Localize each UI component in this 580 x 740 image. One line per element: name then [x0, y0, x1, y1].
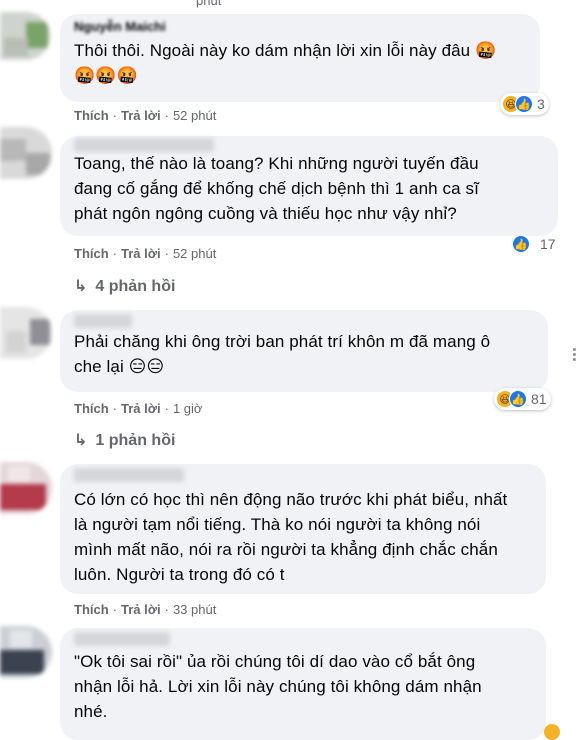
- comment-time[interactable]: 1 giờ: [173, 401, 203, 416]
- view-replies-link[interactable]: ↳ 1 phản hồi: [74, 430, 175, 450]
- reply-arrow-icon: ↳: [74, 278, 88, 295]
- comment-actions: Thích · Trả lời · 1 giờ: [74, 401, 203, 416]
- like-icon: 👍: [509, 390, 527, 408]
- reply-arrow-icon: ↳: [74, 432, 88, 449]
- reaction-count: 3: [537, 96, 545, 112]
- comment-author[interactable]: [74, 314, 132, 328]
- comment-time[interactable]: 52 phút: [173, 108, 216, 123]
- comment-author[interactable]: Nguyễn Maichi: [74, 20, 528, 34]
- comment-author[interactable]: [74, 632, 170, 646]
- comment-bubble: Phải chăng khi ông trời ban phát trí khô…: [60, 310, 548, 392]
- comment-bubble: Toang, thế nào là toang? Khi những người…: [60, 136, 558, 236]
- like-link[interactable]: Thích: [74, 602, 109, 617]
- avatar[interactable]: [0, 127, 52, 179]
- comment-text: Có lớn có học thì nên động não trước khi…: [74, 490, 508, 584]
- like-link[interactable]: Thích: [74, 246, 109, 261]
- comment-actions: Thích · Trả lời · 52 phút: [74, 108, 217, 123]
- comment-text: Toang, thế nào là toang? Khi những người…: [74, 154, 479, 223]
- reaction-summary[interactable]: 👍 17: [510, 233, 560, 255]
- comment-text: "Ok tôi sai rồi" ủa rồi chúng tôi dí dao…: [74, 652, 482, 721]
- comment-text: Thôi thôi. Ngoài này ko dám nhận lời xin…: [74, 41, 497, 85]
- reply-link[interactable]: Trả lời: [121, 401, 161, 416]
- more-options-icon[interactable]: ···: [563, 347, 580, 362]
- reaction-summary[interactable]: 😆 👍 3: [500, 93, 549, 115]
- comment-bubble: "Ok tôi sai rồi" ủa rồi chúng tôi dí dao…: [60, 628, 546, 740]
- comment-time[interactable]: 52 phút: [173, 246, 216, 261]
- comment-author[interactable]: [74, 138, 214, 152]
- reply-link[interactable]: Trả lời: [121, 246, 161, 261]
- comment-text: Phải chăng khi ông trời ban phát trí khô…: [74, 332, 491, 376]
- like-icon: 👍: [515, 95, 533, 113]
- avatar[interactable]: [0, 462, 52, 514]
- avatar[interactable]: [0, 626, 52, 678]
- comment-bubble: Có lớn có học thì nên động não trước khi…: [60, 464, 546, 594]
- like-icon: 👍: [512, 235, 530, 253]
- reply-link[interactable]: Trả lời: [121, 602, 161, 617]
- like-link[interactable]: Thích: [74, 108, 109, 123]
- reaction-summary[interactable]: [544, 724, 560, 740]
- reaction-summary[interactable]: 😆 👍 81: [494, 388, 551, 410]
- avatar[interactable]: [0, 307, 52, 359]
- avatar[interactable]: [0, 12, 50, 60]
- comment-time[interactable]: 33 phút: [173, 602, 216, 617]
- reply-link[interactable]: Trả lời: [121, 108, 161, 123]
- comment-actions: Thích · Trả lời · 52 phút: [74, 246, 217, 261]
- like-link[interactable]: Thích: [74, 401, 109, 416]
- comment-bubble: Nguyễn Maichi Thôi thôi. Ngoài này ko dá…: [60, 14, 540, 102]
- comment-author[interactable]: [74, 468, 184, 482]
- reaction-count: 81: [531, 391, 547, 407]
- reaction-count: 17: [540, 236, 556, 252]
- top-fragment-time: phút: [196, 0, 222, 8]
- view-replies-link[interactable]: ↳ 4 phản hồi: [74, 276, 175, 296]
- comment-actions: Thích · Trả lời · 33 phút: [74, 602, 217, 617]
